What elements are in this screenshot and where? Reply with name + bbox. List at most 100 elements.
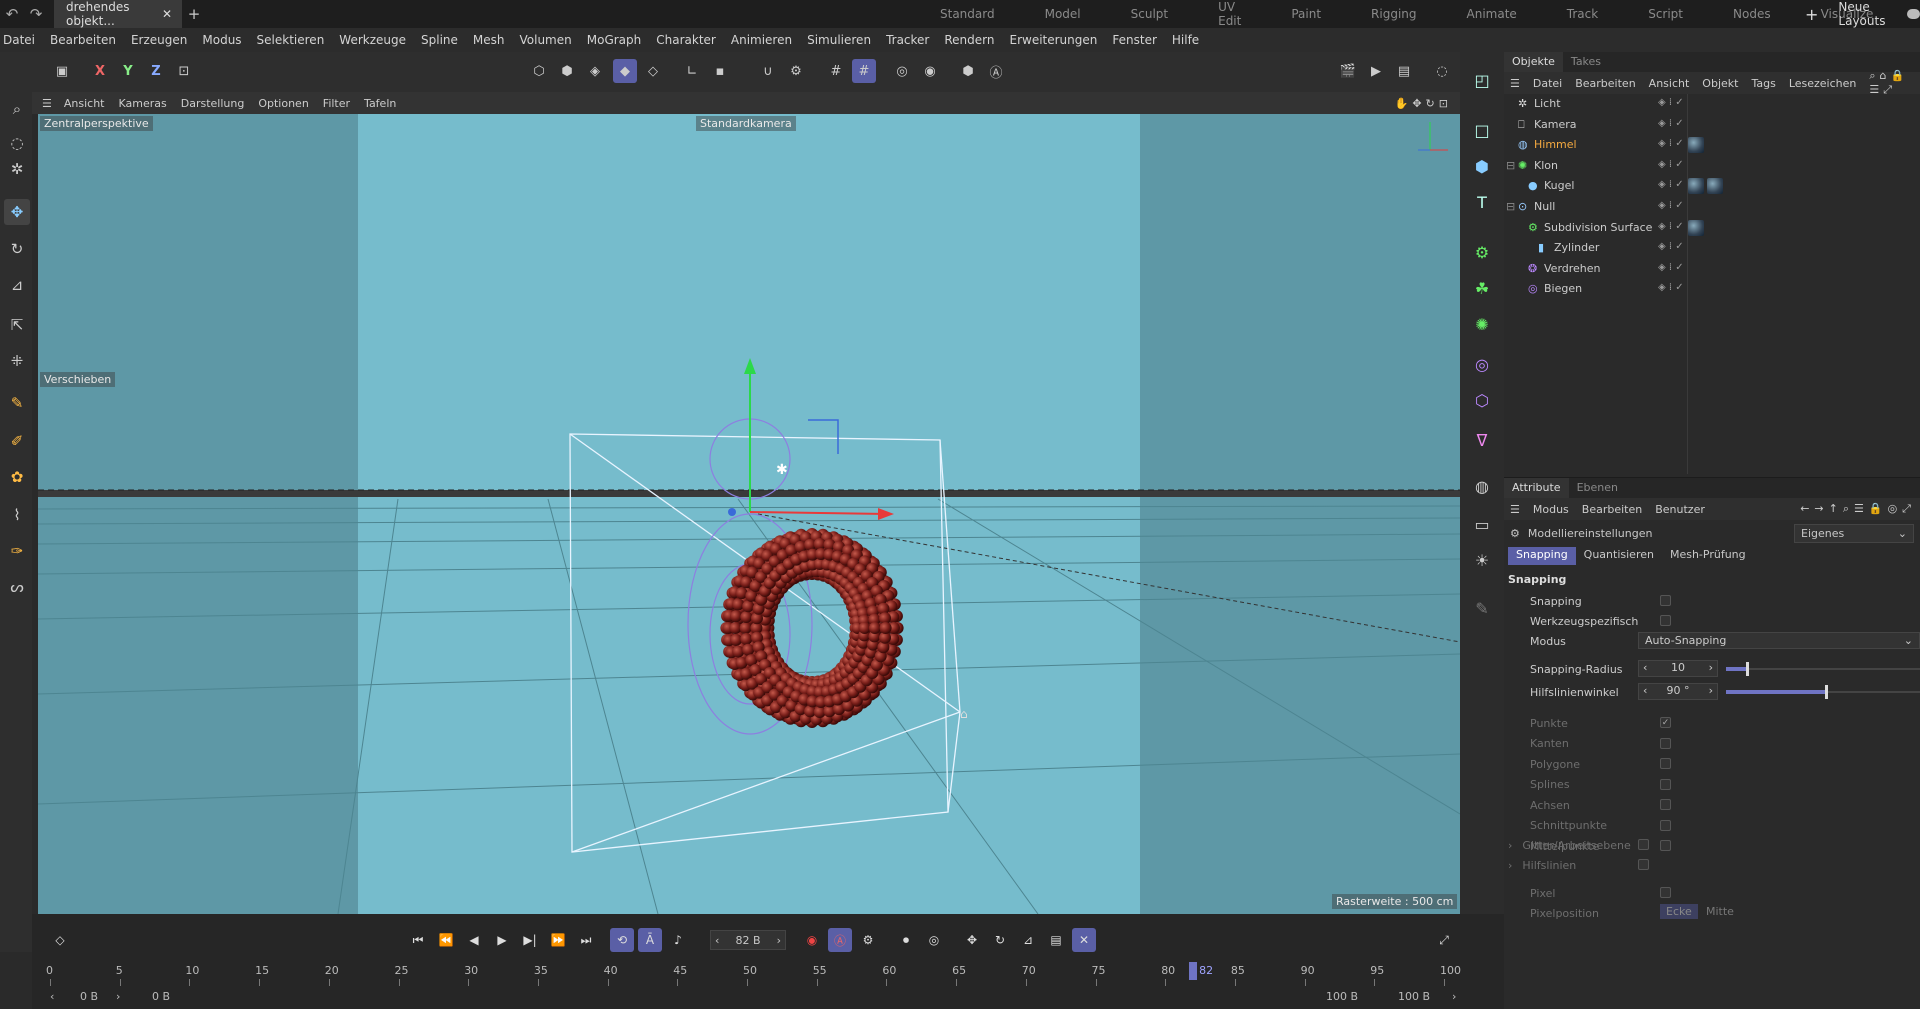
subtab-quantisieren[interactable]: Quantisieren xyxy=(1576,547,1662,565)
point-level-icon[interactable]: ✕ xyxy=(1072,928,1096,952)
object-name[interactable]: Subdivision Surface xyxy=(1544,221,1652,234)
chevron-right-icon[interactable]: › xyxy=(1452,990,1456,1003)
render-region-icon[interactable]: ◎ xyxy=(890,59,914,83)
pixel-row[interactable]: Pixel xyxy=(1530,884,1730,902)
menu-erweiterungen[interactable]: Erweiterungen xyxy=(1009,33,1097,47)
attribute-menu-modus[interactable]: Modus xyxy=(1533,503,1569,516)
object-name[interactable]: Zylinder xyxy=(1554,241,1599,254)
viewport-nav-icons[interactable]: ✋✥↻⊡ xyxy=(1395,97,1452,110)
redo-icon[interactable]: ↷ xyxy=(24,0,48,28)
attributes-tab-attribute[interactable]: Attribute xyxy=(1504,478,1569,498)
axis-x-button[interactable]: X xyxy=(88,59,112,83)
snap-target-checkbox[interactable] xyxy=(1660,819,1671,831)
document-tab[interactable]: drehendes objekt... ✕ xyxy=(54,0,182,28)
layout-tab-animate[interactable]: Animate xyxy=(1467,7,1517,21)
cube-select-icon[interactable]: ▣ xyxy=(50,59,74,83)
playhead[interactable] xyxy=(1189,962,1198,980)
radius-slider[interactable] xyxy=(1726,662,1920,676)
scene-canvas[interactable]: ✱ ⌂ xyxy=(38,114,1460,914)
snap-target-checkbox[interactable] xyxy=(1660,778,1671,790)
tree-expand-icon[interactable]: ⊟ xyxy=(1506,200,1515,213)
selection-tools-icon[interactable]: ✲ xyxy=(4,156,30,182)
parameter-key-icon[interactable]: ▤ xyxy=(1044,928,1068,952)
object-row-subdivision-surface[interactable]: ⚙ Subdivision Surface ◈ ⁞ ✓ xyxy=(1504,218,1920,238)
model-mode-icon[interactable]: ◆ xyxy=(613,59,637,83)
snap-grid-icon[interactable]: # xyxy=(852,59,876,83)
transfer-tool-icon[interactable]: ⇱ xyxy=(4,312,30,338)
objects-tab-takes[interactable]: Takes xyxy=(1563,52,1609,72)
subtab-mesh-prüfung[interactable]: Mesh-Prüfung xyxy=(1662,547,1754,565)
axis-mode-icon[interactable]: ∟ xyxy=(680,59,704,83)
preset-dropdown[interactable]: Eigenes ⌄ xyxy=(1794,524,1914,543)
snap-settings-icon[interactable]: ⚙ xyxy=(784,59,808,83)
layout-tab-rigging[interactable]: Rigging xyxy=(1371,7,1416,21)
key-settings-icon[interactable]: ⚙ xyxy=(856,928,880,952)
object-menu-bearbeiten[interactable]: Bearbeiten xyxy=(1575,77,1635,90)
layout-toggle[interactable] xyxy=(1906,9,1920,19)
viewport-menu-darstellung[interactable]: Darstellung xyxy=(181,97,245,110)
snap-target-checkbox[interactable] xyxy=(1660,758,1671,769)
visibility-icon[interactable]: ◈ ⁞ ✓ xyxy=(1658,179,1684,190)
menu-erzeugen[interactable]: Erzeugen xyxy=(131,33,187,47)
spline-tool-icon[interactable]: ᐁ xyxy=(1468,426,1496,454)
object-menu-datei[interactable]: Datei xyxy=(1533,77,1562,90)
mograph-icon[interactable]: ☘ xyxy=(1468,274,1496,302)
magnet-icon[interactable]: ∪ xyxy=(756,59,780,83)
attributes-tab-ebenen[interactable]: Ebenen xyxy=(1569,478,1626,498)
visibility-icon[interactable]: ◈ ⁞ ✓ xyxy=(1658,282,1684,293)
spline-smooth-icon[interactable]: ✿ xyxy=(4,464,30,490)
grid-icon[interactable]: # xyxy=(824,59,848,83)
layout-tab-model[interactable]: Model xyxy=(1045,7,1081,21)
menu-selektieren[interactable]: Selektieren xyxy=(257,33,325,47)
preview-end-frame[interactable]: 100 B xyxy=(1326,990,1358,1003)
timeline-ruler[interactable]: 0 5 10 15 20 25 30 35 40 45 50 55 60 65 70 75 80 85 90 95 10… xyxy=(32,962,1472,988)
deformer-icon[interactable]: ⬢ xyxy=(956,59,980,83)
object-menu-lesezeichen[interactable]: Lesezeichen xyxy=(1789,77,1857,90)
object-row-biegen[interactable]: ◎ Biegen ◈ ⁞ ✓ xyxy=(1504,279,1920,299)
snap-target-schnittpunkte[interactable]: Schnittpunkte xyxy=(1530,817,1730,835)
menu-spline[interactable]: Spline xyxy=(421,33,458,47)
menu-bearbeiten[interactable]: Bearbeiten xyxy=(50,33,116,47)
material-tag-icon[interactable] xyxy=(1688,137,1704,154)
object-manager-icons[interactable]: ⌕⌂🔒☰⤢ xyxy=(1869,69,1916,97)
chevron-right-icon[interactable]: › xyxy=(1508,859,1512,872)
undo-icon[interactable]: ↶ xyxy=(0,0,24,28)
menu-mesh[interactable]: Mesh xyxy=(473,33,505,47)
edges-mode-icon[interactable]: ⬢ xyxy=(555,59,579,83)
cube-icon[interactable]: ⬢ xyxy=(1468,152,1496,180)
radius-slider-handle[interactable] xyxy=(1745,662,1749,676)
brush-icon[interactable]: ⌇ xyxy=(4,502,30,528)
object-row-zylinder[interactable]: ▮ Zylinder ◈ ⁞ ✓ xyxy=(1504,238,1920,258)
material-tag-icon[interactable] xyxy=(1688,178,1704,195)
render-settings-icon[interactable]: ◉ xyxy=(918,59,942,83)
center-button[interactable]: Mitte xyxy=(1700,904,1740,919)
polygons-mode-icon[interactable]: ◈ xyxy=(583,59,607,83)
search-icon[interactable]: ⌕ xyxy=(4,96,30,122)
axis-z-button[interactable]: Z xyxy=(144,59,168,83)
snap-target-splines[interactable]: Splines xyxy=(1530,776,1730,794)
material-tag-icon[interactable] xyxy=(1707,178,1723,195)
render-picture-icon[interactable]: ▶ xyxy=(1364,59,1388,83)
menu-charakter[interactable]: Charakter xyxy=(656,33,716,47)
perspective-label[interactable]: Zentralperspektive xyxy=(40,116,153,131)
preview-start-frame[interactable]: 0 B xyxy=(152,990,170,1003)
previous-frame-icon[interactable]: ◀ xyxy=(462,928,486,952)
add-layout-icon[interactable]: + xyxy=(1805,5,1818,24)
motion-record-icon[interactable]: ◎ xyxy=(922,928,946,952)
menu-simulieren[interactable]: Simulieren xyxy=(807,33,871,47)
chevron-right-icon[interactable]: › xyxy=(1709,661,1713,676)
pixel-checkbox[interactable] xyxy=(1660,887,1671,898)
field-icon[interactable]: ⬡ xyxy=(1468,386,1496,414)
close-icon[interactable]: ✕ xyxy=(162,7,172,21)
new-layouts[interactable]: + Neue Layouts xyxy=(1805,0,1920,28)
attribute-menu-benutzer[interactable]: Benutzer xyxy=(1655,503,1705,516)
object-row-kugel[interactable]: ● Kugel ◈ ⁞ ✓ xyxy=(1504,176,1920,196)
object-row-himmel[interactable]: ◍ Himmel ◈ ⁞ ✓ xyxy=(1504,135,1920,155)
tool-specific-checkbox[interactable] xyxy=(1660,615,1671,626)
object-name[interactable]: Kugel xyxy=(1544,179,1574,192)
camera-label[interactable]: Standardkamera xyxy=(696,116,796,131)
menu-modus[interactable]: Modus xyxy=(202,33,241,47)
next-key-icon[interactable]: ⏩ xyxy=(546,928,570,952)
viewport-menu-tafeln[interactable]: Tafeln xyxy=(364,97,396,110)
object-name[interactable]: Verdrehen xyxy=(1544,262,1601,275)
